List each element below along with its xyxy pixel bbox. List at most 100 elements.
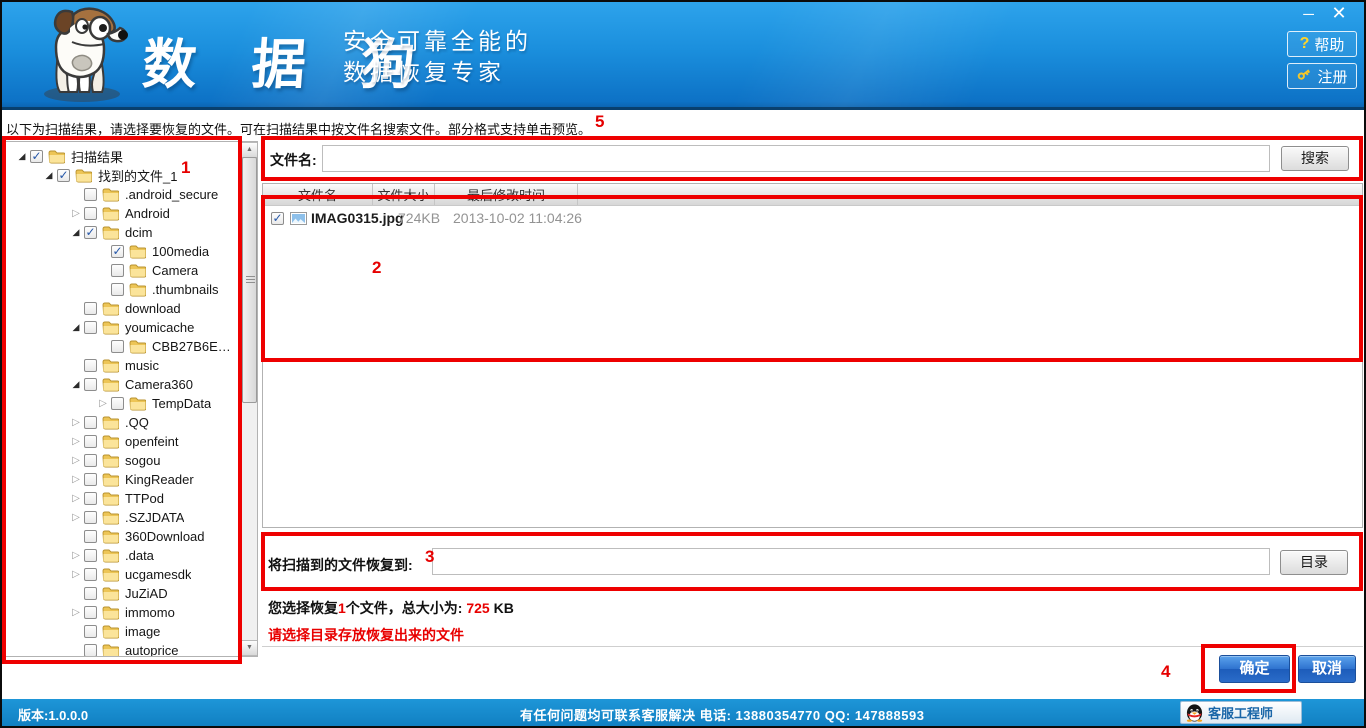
tree-item[interactable]: .thumbnails xyxy=(6,280,238,299)
checkbox[interactable] xyxy=(84,530,97,543)
tree-item[interactable]: ◢Camera360 xyxy=(6,375,238,394)
tree-item[interactable]: ▷.QQ xyxy=(6,413,238,432)
checkbox[interactable] xyxy=(84,492,97,505)
column-header-modified[interactable]: 最后修改时间 xyxy=(435,184,578,205)
tree-item[interactable]: JuZiAD xyxy=(6,584,238,603)
expand-arrow-icon[interactable]: ▷ xyxy=(68,550,84,561)
tree-item[interactable]: download xyxy=(6,299,238,318)
expand-arrow-icon[interactable]: ▷ xyxy=(68,436,84,447)
tree-item-label: JuZiAD xyxy=(125,586,168,601)
checkbox[interactable] xyxy=(111,397,124,410)
checkbox[interactable] xyxy=(84,606,97,619)
tree-item[interactable]: ▷KingReader xyxy=(6,470,238,489)
checkbox[interactable] xyxy=(84,568,97,581)
filename-input[interactable] xyxy=(322,145,1270,172)
checkbox[interactable] xyxy=(84,454,97,467)
folder-icon xyxy=(48,150,66,164)
tree-item[interactable]: image xyxy=(6,622,238,641)
tree-item[interactable]: ▷ucgamesdk xyxy=(6,565,238,584)
checkbox[interactable]: ✓ xyxy=(30,150,43,163)
checkbox[interactable] xyxy=(84,416,97,429)
tree-item[interactable]: ◢✓找到的文件_1 xyxy=(6,166,238,185)
scrollbar-thumb[interactable] xyxy=(242,157,257,403)
tree-item[interactable]: ▷ sogou xyxy=(6,451,238,470)
checkbox[interactable] xyxy=(84,378,97,391)
tree-item[interactable]: music xyxy=(6,356,238,375)
checkbox[interactable] xyxy=(84,625,97,638)
file-row[interactable]: ✓IMAG0315.jpg724KB2013-10-02 11:04:26 xyxy=(263,208,1362,230)
folder-icon xyxy=(129,397,147,411)
tree-item[interactable]: ▷TTPod xyxy=(6,489,238,508)
column-header-name[interactable]: 文件名 xyxy=(263,184,373,205)
tree-item[interactable]: .android_secure xyxy=(6,185,238,204)
checkbox[interactable]: ✓ xyxy=(57,169,70,182)
checkbox[interactable] xyxy=(111,283,124,296)
app-window: 数 据 狗 安全可靠全能的 数据恢复专家 ─ ✕ ? 帮助 注册 以下为扫描结果… xyxy=(0,0,1366,728)
tree-item[interactable]: ▷openfeint xyxy=(6,432,238,451)
expand-arrow-icon[interactable]: ▷ xyxy=(68,607,84,618)
tree-item[interactable]: ▷Android xyxy=(6,204,238,223)
tree-item[interactable]: ▷.data xyxy=(6,546,238,565)
tree-scrollbar[interactable]: ▲ ▼ xyxy=(240,142,257,656)
checkbox[interactable]: ✓ xyxy=(84,226,97,239)
tree-item[interactable]: ✓100media xyxy=(6,242,238,261)
tree-item[interactable]: ◢✓ dcim xyxy=(6,223,238,242)
tree-item[interactable]: Camera xyxy=(6,261,238,280)
checkbox[interactable] xyxy=(111,264,124,277)
expand-arrow-icon[interactable]: ◢ xyxy=(14,151,30,162)
folder-icon xyxy=(102,625,120,639)
expand-arrow-icon[interactable]: ▷ xyxy=(68,474,84,485)
expand-arrow-icon[interactable]: ▷ xyxy=(68,493,84,504)
tree-item[interactable]: CBB27B6EF764... xyxy=(6,337,238,356)
checkbox[interactable] xyxy=(111,340,124,353)
tree-item-label: sogou xyxy=(125,453,160,468)
directory-button[interactable]: 目录 xyxy=(1280,550,1348,575)
register-button[interactable]: 注册 xyxy=(1287,63,1357,89)
cancel-button[interactable]: 取消 xyxy=(1298,655,1356,683)
checkbox[interactable] xyxy=(84,359,97,372)
expand-arrow-icon[interactable]: ▷ xyxy=(68,208,84,219)
tree-item[interactable]: autoprice xyxy=(6,641,238,657)
scroll-down-icon[interactable]: ▼ xyxy=(241,640,258,656)
checkbox[interactable]: ✓ xyxy=(111,245,124,258)
help-button[interactable]: ? 帮助 xyxy=(1287,31,1357,57)
tree-item[interactable]: ▷immomo xyxy=(6,603,238,622)
tree-item[interactable]: ◢youmicache xyxy=(6,318,238,337)
ok-button[interactable]: 确定 xyxy=(1219,655,1290,683)
expand-arrow-icon[interactable]: ◢ xyxy=(68,322,84,333)
checkbox[interactable] xyxy=(84,473,97,486)
tree-item[interactable]: ▷.SZJDATA xyxy=(6,508,238,527)
expand-arrow-icon[interactable]: ◢ xyxy=(41,170,57,181)
checkbox[interactable] xyxy=(84,511,97,524)
tree-item[interactable]: ◢✓扫描结果 xyxy=(6,147,238,166)
expand-arrow-icon[interactable]: ▷ xyxy=(68,512,84,523)
expand-arrow-icon[interactable]: ▷ xyxy=(68,417,84,428)
tree-item[interactable]: ▷TempData xyxy=(6,394,238,413)
expand-arrow-icon[interactable]: ◢ xyxy=(68,379,84,390)
checkbox[interactable] xyxy=(84,587,97,600)
checkbox[interactable] xyxy=(84,188,97,201)
column-header-size[interactable]: 文件大小 xyxy=(373,184,435,205)
expand-arrow-icon[interactable]: ◢ xyxy=(68,227,84,238)
scroll-up-icon[interactable]: ▲ xyxy=(241,142,258,158)
checkbox[interactable] xyxy=(84,302,97,315)
expand-arrow-icon[interactable]: ▷ xyxy=(95,398,111,409)
support-text: 有任何问题均可联系客服解决 电话: 13880354770 QQ: 147888… xyxy=(520,705,924,724)
checkbox[interactable] xyxy=(84,321,97,334)
service-engineer-button[interactable]: 客服工程师 xyxy=(1180,701,1302,724)
checkbox[interactable] xyxy=(84,435,97,448)
tree-item-label: CBB27B6EF764... xyxy=(152,339,238,354)
tree-item-label: dcim xyxy=(125,225,152,240)
expand-arrow-icon[interactable]: ▷ xyxy=(68,455,84,466)
tree-item[interactable]: 360Download xyxy=(6,527,238,546)
minimize-icon[interactable]: ─ xyxy=(1296,4,1322,26)
filename-label: 文件名: xyxy=(270,150,317,170)
checkbox[interactable] xyxy=(84,644,97,657)
recover-path-input[interactable] xyxy=(432,548,1270,575)
close-icon[interactable]: ✕ xyxy=(1326,2,1352,24)
expand-arrow-icon[interactable]: ▷ xyxy=(68,569,84,580)
checkbox[interactable] xyxy=(84,549,97,562)
search-button[interactable]: 搜索 xyxy=(1281,146,1349,171)
checkbox[interactable] xyxy=(84,207,97,220)
checkbox[interactable]: ✓ xyxy=(271,212,284,225)
